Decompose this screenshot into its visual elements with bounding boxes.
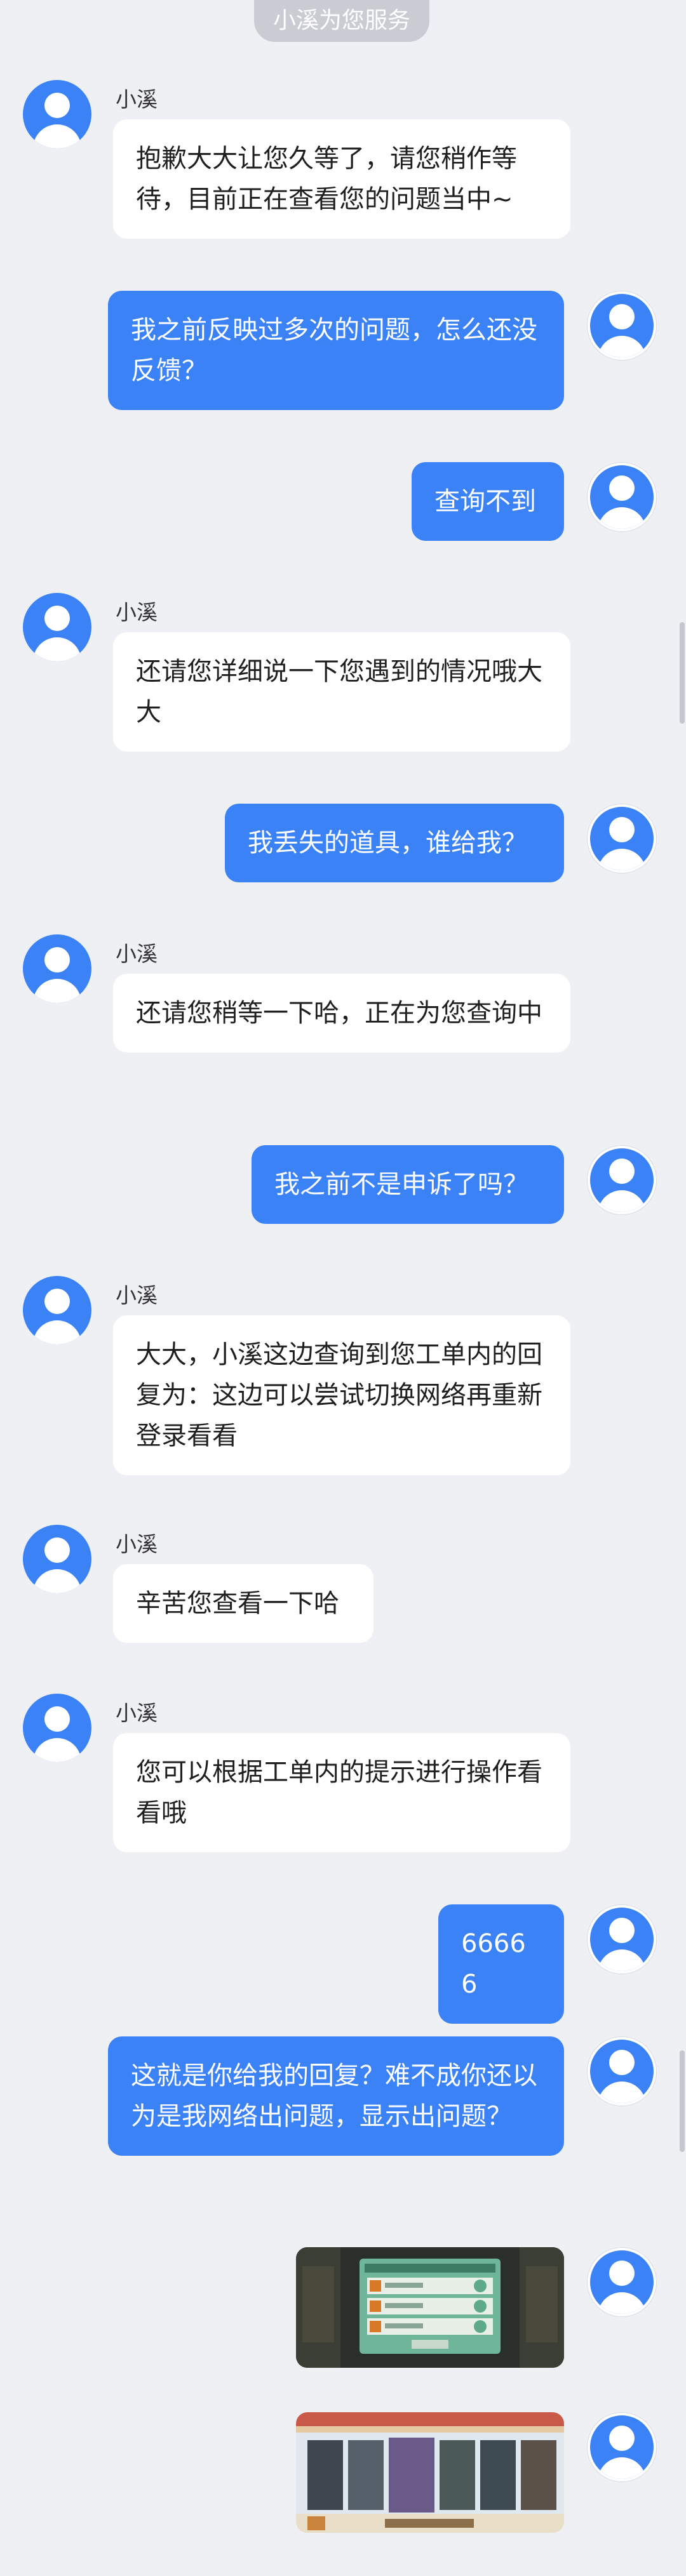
avatar-head — [44, 93, 70, 118]
avatar-body — [598, 336, 646, 357]
avatar-head — [609, 304, 635, 329]
avatar-head — [609, 1159, 635, 1184]
user-avatar[interactable] — [587, 2036, 657, 2106]
user-avatar[interactable] — [587, 1145, 657, 1215]
agent-name: 小溪 — [116, 1701, 158, 1725]
avatar-body — [598, 1190, 646, 1212]
message-bubble[interactable]: 查询不到 — [412, 462, 564, 541]
avatar-body — [33, 1320, 81, 1344]
message-bubble[interactable]: 抱歉大大让您久等了，请您稍作等待，目前正在查看您的问题当中~ — [113, 119, 570, 239]
avatar-body — [33, 637, 81, 661]
agent-name: 小溪 — [116, 1283, 158, 1308]
image-message[interactable] — [296, 2247, 564, 2368]
avatar-body — [598, 1949, 646, 1971]
message-bubble[interactable]: 还请您稍等一下哈，正在为您查询中 — [113, 974, 570, 1052]
agent-name: 小溪 — [116, 87, 158, 112]
agent-name: 小溪 — [116, 1532, 158, 1557]
avatar-head — [44, 606, 70, 631]
message-bubble[interactable]: 您可以根据工单内的提示进行操作看看哦 — [113, 1733, 570, 1852]
game-screenshot-thumbnail — [296, 2247, 564, 2368]
avatar-body — [33, 124, 81, 149]
scrollbar-thumb[interactable] — [680, 622, 685, 724]
message-bubble[interactable]: 还请您详细说一下您遇到的情况哦大大 — [113, 632, 570, 752]
avatar-head — [44, 1289, 70, 1314]
avatar-body — [598, 2457, 646, 2479]
avatar-body — [33, 1569, 81, 1593]
agent-avatar[interactable] — [23, 1694, 91, 1762]
message-bubble[interactable]: 我之前不是申诉了吗？ — [252, 1145, 564, 1224]
avatar-body — [33, 1738, 81, 1762]
message-bubble[interactable]: 我丢失的道具，谁给我？ — [225, 804, 564, 882]
user-avatar[interactable] — [587, 291, 657, 361]
avatar-head — [609, 475, 635, 501]
agent-avatar[interactable] — [23, 593, 91, 661]
avatar-body — [598, 507, 646, 529]
avatar-body — [33, 979, 81, 1003]
avatar-head — [44, 1706, 70, 1732]
avatar-head — [609, 817, 635, 842]
avatar-head — [609, 2261, 635, 2286]
agent-name: 小溪 — [116, 941, 158, 966]
image-message[interactable] — [296, 2412, 564, 2533]
message-bubble[interactable]: 66666 — [438, 1904, 564, 2024]
avatar-head — [44, 947, 70, 973]
message-bubble[interactable]: 这就是你给我的回复？难不成你还以为是我网络出问题，显示出问题？ — [108, 2036, 564, 2156]
user-avatar[interactable] — [587, 1904, 657, 1974]
agent-avatar[interactable] — [23, 1525, 91, 1593]
avatar-head — [609, 1918, 635, 1943]
user-avatar[interactable] — [587, 2247, 657, 2317]
user-avatar[interactable] — [587, 804, 657, 873]
agent-name: 小溪 — [116, 600, 158, 625]
agent-avatar[interactable] — [23, 934, 91, 1003]
avatar-head — [609, 2426, 635, 2451]
avatar-body — [598, 2081, 646, 2103]
agent-avatar[interactable] — [23, 80, 91, 149]
user-avatar[interactable] — [587, 2412, 657, 2482]
avatar-head — [44, 1537, 70, 1563]
message-bubble[interactable]: 辛苦您查看一下哈 — [113, 1564, 373, 1643]
agent-avatar[interactable] — [23, 1276, 91, 1344]
game-screenshot-thumbnail — [296, 2412, 564, 2533]
avatar-head — [609, 2050, 635, 2075]
avatar-body — [598, 849, 646, 870]
user-avatar[interactable] — [587, 462, 657, 532]
message-bubble[interactable]: 我之前反映过多次的问题，怎么还没反馈？ — [108, 291, 564, 410]
message-bubble[interactable]: 大大，小溪这边查询到您工单内的回复为：这边可以尝试切换网络再重新登录看看 — [113, 1315, 570, 1475]
service-banner: 小溪为您服务 — [254, 0, 430, 42]
scrollbar-thumb[interactable] — [680, 2050, 685, 2152]
avatar-body — [598, 2292, 646, 2314]
